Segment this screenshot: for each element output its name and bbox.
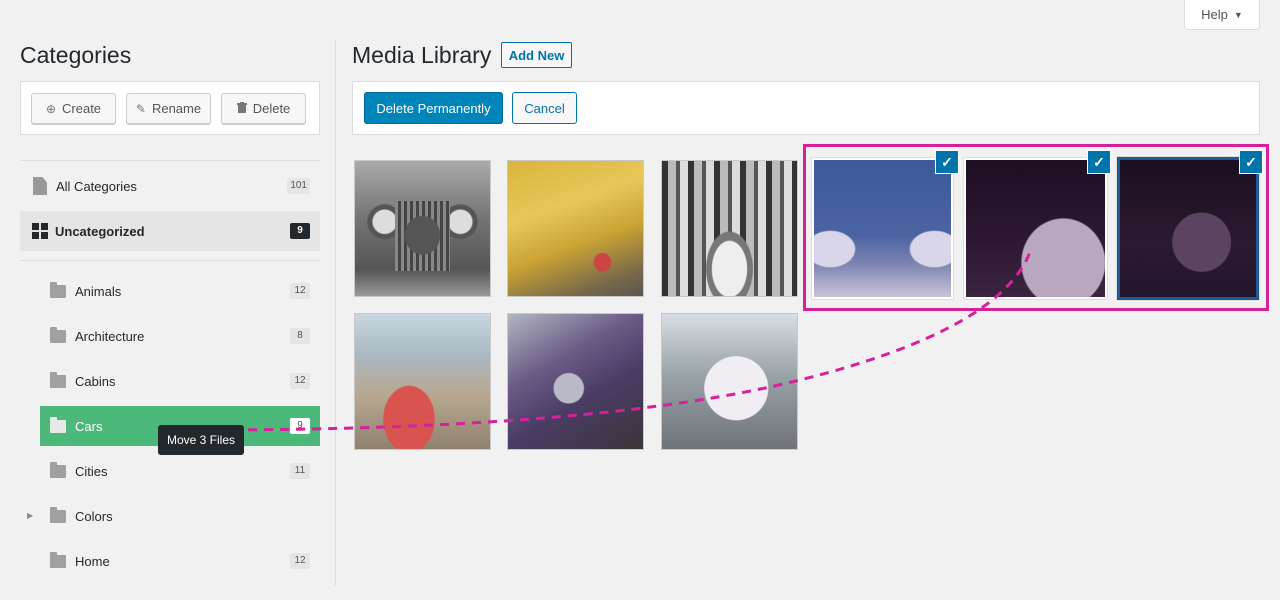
divider — [20, 160, 320, 161]
plus-circle-icon: ⊕ — [45, 101, 57, 116]
delete-label: Delete — [252, 101, 291, 116]
uncategorized-item[interactable]: Uncategorized 9 — [20, 211, 320, 251]
count-badge: 12 — [290, 553, 310, 569]
uncategorized-label: Uncategorized — [55, 223, 145, 239]
purple-lowrider-image — [508, 314, 643, 449]
folder-item-home[interactable]: Home 12 — [40, 541, 320, 581]
help-label: Help — [1201, 7, 1228, 22]
count-badge: 12 — [290, 373, 310, 389]
grid-icon — [32, 223, 48, 239]
rename-label: Rename — [151, 101, 202, 116]
create-category-button[interactable]: ⊕ Create — [31, 93, 116, 124]
count-badge: 11 — [290, 463, 310, 479]
media-thumbnail[interactable] — [661, 160, 798, 297]
media-thumbnail[interactable] — [661, 313, 798, 450]
categories-sidebar: Categories ⊕ Create ✎ Rename Delete All … — [20, 40, 320, 569]
folder-label: Architecture — [75, 328, 145, 344]
car-in-forest-image — [662, 161, 797, 296]
delete-category-button[interactable]: Delete — [221, 93, 306, 124]
help-tab[interactable]: Help ▼ — [1184, 0, 1260, 30]
sidebar-title: Categories — [20, 42, 132, 68]
cancel-button[interactable]: Cancel — [512, 92, 577, 124]
count-badge: 9 — [290, 418, 310, 434]
media-thumbnail[interactable] — [507, 160, 644, 297]
folder-icon — [50, 326, 66, 343]
yellow-car-tail-image — [508, 161, 643, 296]
divider — [20, 260, 320, 261]
vintage-car-grille-image — [355, 161, 490, 296]
media-thumbnail[interactable] — [507, 313, 644, 450]
caret-down-icon: ▼ — [1233, 9, 1243, 20]
folder-label: Cars — [75, 418, 103, 434]
folder-label: Animals — [75, 283, 122, 299]
folder-item-colors[interactable]: Colors — [40, 496, 320, 536]
all-categories-label: All Categories — [56, 178, 137, 194]
folder-icon — [50, 281, 66, 298]
folder-icon — [50, 506, 66, 523]
folder-item-animals[interactable]: Animals 12 — [40, 271, 320, 311]
expand-arrow-icon[interactable]: ▶ — [27, 511, 33, 520]
white-lowrider-image — [662, 314, 797, 449]
count-badge: 8 — [290, 328, 310, 344]
move-files-tooltip: Move 3 Files — [158, 425, 244, 455]
count-badge: 101 — [287, 178, 310, 194]
folder-icon — [50, 461, 66, 478]
folder-item-architecture[interactable]: Architecture 8 — [40, 316, 320, 356]
media-thumbnail[interactable] — [354, 313, 491, 450]
folder-item-cities[interactable]: Cities 11 — [40, 451, 320, 491]
category-toolbar: ⊕ Create ✎ Rename Delete — [20, 81, 320, 135]
folder-label: Home — [75, 553, 110, 569]
create-label: Create — [62, 101, 102, 116]
media-thumbnail[interactable] — [354, 160, 491, 297]
count-badge: 12 — [290, 283, 310, 299]
folder-label: Cities — [75, 463, 108, 479]
folder-icon — [50, 416, 66, 433]
pencil-icon: ✎ — [135, 101, 146, 116]
folder-item-cabins[interactable]: Cabins 12 — [40, 361, 320, 401]
selection-highlight — [803, 144, 1269, 311]
rename-category-button[interactable]: ✎ Rename — [126, 93, 211, 124]
folder-label: Cabins — [75, 373, 116, 389]
all-categories-item[interactable]: All Categories 101 — [20, 166, 320, 206]
panel-separator — [335, 40, 336, 586]
folder-icon — [50, 371, 66, 388]
delete-permanently-button[interactable]: Delete Permanently — [364, 92, 503, 124]
bulk-actions-bar: Delete Permanently Cancel — [352, 81, 1260, 135]
page-title: Media Library — [352, 42, 492, 68]
folder-icon — [50, 551, 66, 568]
add-new-button[interactable]: Add New — [501, 42, 572, 68]
folder-label: Colors — [75, 508, 113, 524]
red-convertible-image — [355, 314, 490, 449]
count-badge: 9 — [290, 223, 310, 239]
file-icon — [33, 177, 47, 195]
trash-icon — [236, 101, 247, 116]
